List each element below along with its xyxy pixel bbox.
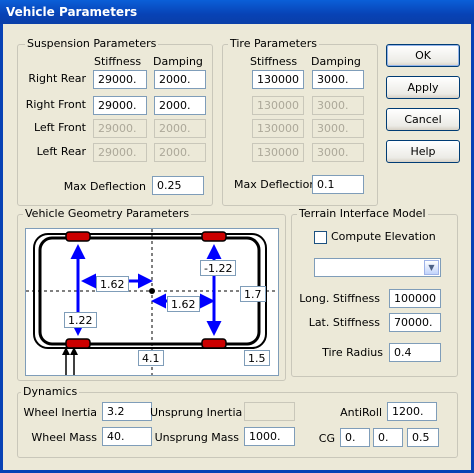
tire-row1-damping-input[interactable] bbox=[312, 70, 364, 89]
wheel-front-top bbox=[201, 231, 227, 242]
cg-z-input[interactable] bbox=[407, 428, 439, 447]
wheel-mass-label: Wheel Mass bbox=[31, 431, 97, 444]
apply-button[interactable]: Apply bbox=[386, 76, 460, 99]
suspension-group-label: Suspension Parameters bbox=[25, 37, 159, 50]
wheel-mass-input[interactable] bbox=[102, 427, 152, 446]
tire-row2-damping-input[interactable] bbox=[312, 96, 364, 115]
lat-stiffness-input[interactable] bbox=[389, 313, 441, 332]
window-title-bar[interactable]: Vehicle Parameters bbox=[0, 0, 474, 24]
cancel-button[interactable]: Cancel bbox=[386, 108, 460, 131]
right-rear-stiffness-input[interactable] bbox=[93, 70, 147, 89]
right-front-damping-input[interactable] bbox=[154, 96, 206, 115]
suspension-damping-header: Damping bbox=[153, 55, 203, 68]
suspension-max-deflection-input[interactable] bbox=[152, 176, 204, 195]
suspension-max-deflection-label: Max Deflection bbox=[63, 180, 146, 193]
track-width-label: 1.7 bbox=[240, 286, 266, 302]
tire-radius-input[interactable] bbox=[389, 343, 441, 362]
dynamics-group-label: Dynamics bbox=[21, 385, 80, 398]
tire-radius-label: Tire Radius bbox=[322, 346, 383, 359]
rear-offset-label: 1.62 bbox=[167, 296, 200, 312]
tire-row4-damping-input[interactable] bbox=[312, 143, 364, 162]
tire-row2-stiffness-input[interactable] bbox=[252, 96, 304, 115]
compute-elevation-checkbox[interactable] bbox=[314, 231, 327, 244]
tire-row3-stiffness-input[interactable] bbox=[252, 119, 304, 138]
ok-button[interactable]: OK bbox=[386, 44, 460, 67]
tire-row1-stiffness-input[interactable] bbox=[252, 70, 304, 89]
wheelbase-label: 4.1 bbox=[138, 350, 164, 366]
right-rear-label: Right Rear bbox=[28, 72, 86, 85]
suspension-stiffness-header: Stiffness bbox=[94, 55, 142, 68]
lat-stiffness-label: Lat. Stiffness bbox=[308, 316, 380, 329]
long-stiffness-input[interactable] bbox=[389, 289, 441, 308]
left-front-label: Left Front bbox=[33, 121, 86, 134]
front-offset-label: 1.62 bbox=[96, 276, 129, 292]
unsprung-inertia-input[interactable] bbox=[244, 402, 295, 421]
help-button[interactable]: Help bbox=[386, 140, 460, 163]
terrain-model-dropdown[interactable]: ▼ bbox=[314, 258, 441, 277]
left-rear-damping-input[interactable] bbox=[154, 143, 206, 162]
antiroll-label: AntiRoll bbox=[340, 406, 382, 419]
window-title: Vehicle Parameters bbox=[6, 5, 138, 19]
cg-x-input[interactable] bbox=[340, 428, 370, 447]
cg-dot bbox=[149, 288, 155, 294]
tire-stiffness-header: Stiffness bbox=[250, 55, 298, 68]
wheel-rear-bottom bbox=[65, 338, 91, 349]
tire-max-deflection-label: Max Deflection bbox=[234, 178, 317, 191]
tire-group-label: Tire Parameters bbox=[228, 37, 319, 50]
left-front-damping-input[interactable] bbox=[154, 119, 206, 138]
right-rear-damping-input[interactable] bbox=[154, 70, 206, 89]
wheel-inertia-label: Wheel Inertia bbox=[23, 406, 97, 419]
right-front-label: Right Front bbox=[25, 98, 86, 111]
geometry-group-label: Vehicle Geometry Parameters bbox=[23, 207, 192, 220]
unsprung-inertia-label: Unsprung Inertia bbox=[150, 406, 243, 419]
wheel-front-bottom bbox=[201, 338, 227, 349]
tire-max-deflection-input[interactable] bbox=[312, 175, 364, 194]
left-rear-stiffness-input[interactable] bbox=[93, 143, 147, 162]
cg-label: CG bbox=[318, 432, 335, 445]
right-offset-label: -1.22 bbox=[200, 260, 237, 276]
compute-elevation-label: Compute Elevation bbox=[331, 230, 436, 243]
left-front-stiffness-input[interactable] bbox=[93, 119, 147, 138]
left-rear-label: Left Rear bbox=[36, 145, 86, 158]
unsprung-mass-label: Unsprung Mass bbox=[154, 431, 239, 444]
left-offset-label: 1.22 bbox=[64, 312, 97, 328]
wheel-rear-top bbox=[65, 231, 91, 242]
antiroll-input[interactable] bbox=[387, 402, 437, 421]
tire-damping-header: Damping bbox=[311, 55, 361, 68]
height-label: 1.5 bbox=[244, 350, 270, 366]
terrain-group-label: Terrain Interface Model bbox=[297, 207, 428, 220]
tire-row4-stiffness-input[interactable] bbox=[252, 143, 304, 162]
tire-row3-damping-input[interactable] bbox=[312, 119, 364, 138]
cg-y-input[interactable] bbox=[373, 428, 403, 447]
vehicle-geometry-diagram: 1.62 1.62 -1.22 1.22 1.7 4.1 1.5 bbox=[25, 228, 279, 376]
unsprung-mass-input[interactable] bbox=[244, 427, 295, 446]
wheel-inertia-input[interactable] bbox=[102, 402, 152, 421]
long-stiffness-label: Long. Stiffness bbox=[299, 292, 380, 305]
right-front-stiffness-input[interactable] bbox=[93, 96, 147, 115]
chevron-down-icon[interactable]: ▼ bbox=[424, 260, 439, 275]
